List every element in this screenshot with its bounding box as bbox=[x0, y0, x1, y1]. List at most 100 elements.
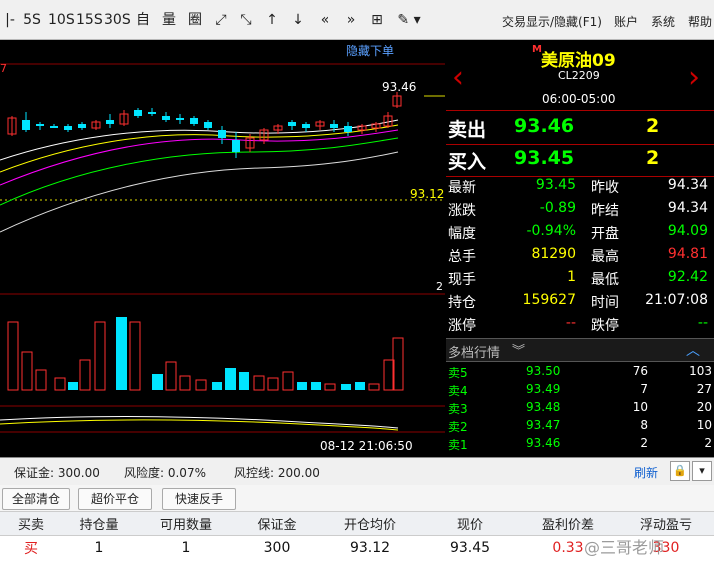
ask-row[interactable]: 卖出 93.46 2 bbox=[446, 110, 714, 145]
watermark: @三哥老师 bbox=[584, 538, 665, 557]
depth-header[interactable]: 多档行情 ︾ ︿ bbox=[446, 338, 714, 362]
toggle-trade-display[interactable]: 交易显示/隐藏(F1) bbox=[502, 13, 602, 30]
prev-contract-arrow-icon[interactable]: ‹ bbox=[452, 60, 464, 95]
volume-bar bbox=[368, 383, 380, 391]
quote-value: 94.34 bbox=[667, 200, 708, 216]
quote-row-position: 持仓 159627 时间 21:07:08 bbox=[446, 290, 714, 313]
col-header[interactable]: 持仓量 bbox=[62, 512, 136, 535]
volume-bar bbox=[68, 382, 78, 390]
depth-price: 93.47 bbox=[526, 418, 561, 432]
depth-row[interactable]: 卖3 93.48 10 20 bbox=[446, 399, 714, 417]
open-price-cell: 93.12 bbox=[349, 540, 391, 556]
arrow-down-icon[interactable]: ↓ bbox=[289, 8, 307, 32]
depth-price: 93.49 bbox=[526, 382, 561, 396]
quote-value: 92.42 bbox=[667, 269, 708, 285]
volume-bar bbox=[152, 374, 163, 390]
overprice-close-button[interactable]: 超价平仓 bbox=[78, 488, 152, 510]
candle-body bbox=[330, 124, 338, 128]
depth-label: 卖2 bbox=[448, 420, 468, 434]
buy-qty: 2 bbox=[646, 147, 660, 169]
margin-text: 保证金: 300.00 bbox=[14, 466, 100, 480]
depth-row[interactable]: 卖2 93.47 8 10 bbox=[446, 417, 714, 435]
candle-body bbox=[134, 110, 142, 116]
volume-bar bbox=[282, 371, 294, 391]
menu-account[interactable]: 账户 bbox=[614, 13, 638, 30]
col-header[interactable]: 开仓均价 bbox=[318, 512, 422, 535]
price-axis-fragment: 7 bbox=[0, 62, 7, 75]
col-header[interactable]: 浮动盈亏 bbox=[618, 512, 714, 535]
contract-name: 美原油09 bbox=[541, 51, 616, 71]
depth-row[interactable]: 卖4 93.49 7 27 bbox=[446, 381, 714, 399]
avg-price-label: 93.12 bbox=[410, 187, 445, 201]
volume-bar bbox=[341, 384, 351, 390]
refresh-link[interactable]: 刷新 bbox=[634, 464, 658, 481]
candle-body bbox=[148, 112, 156, 114]
volume-bar bbox=[355, 382, 365, 390]
chevron-up-icon[interactable]: ︿ bbox=[686, 340, 700, 360]
col-header[interactable]: 可用数量 bbox=[136, 512, 236, 535]
volume-bar bbox=[54, 377, 66, 391]
draw-pen-icon[interactable]: ✎ ▾ bbox=[394, 8, 424, 32]
dropdown-icon[interactable]: ▾ bbox=[692, 461, 712, 481]
candle-body bbox=[288, 122, 296, 126]
candle-body bbox=[50, 126, 58, 128]
next-contract-arrow-icon[interactable]: › bbox=[688, 60, 700, 95]
arrow-up-icon[interactable]: ↑ bbox=[263, 8, 281, 32]
quote-row-latest: 最新 93.45 昨收 94.34 bbox=[446, 175, 714, 198]
bid-row[interactable]: 买入 93.45 2 bbox=[446, 143, 714, 177]
period-10s-button[interactable]: 10S bbox=[48, 8, 75, 32]
candle-body bbox=[232, 140, 240, 152]
col-header[interactable]: 保证金 bbox=[236, 512, 318, 535]
candle-body bbox=[36, 124, 44, 126]
chart-timestamp: 08-12 21:06:50 bbox=[320, 439, 413, 453]
menu-help[interactable]: 帮助 bbox=[688, 13, 712, 30]
quote-row-current: 现手 1 最低 92.42 bbox=[446, 267, 714, 290]
grid-icon[interactable]: ⊞ bbox=[368, 8, 386, 32]
depth-price: 93.46 bbox=[526, 436, 561, 450]
quote-label: 最高 bbox=[591, 249, 619, 265]
lock-icon[interactable]: 🔒 bbox=[670, 461, 690, 481]
quote-value: 1 bbox=[567, 269, 576, 285]
kline-chart[interactable]: 隐藏下单 7 93.46 93.12 2 08-12 21:06:50 bbox=[0, 40, 445, 457]
quote-label: 跌停 bbox=[591, 318, 619, 334]
self-select-button[interactable]: 自 bbox=[134, 8, 152, 32]
candle-body bbox=[344, 126, 352, 132]
close-all-button[interactable]: 全部清仓 bbox=[2, 488, 70, 510]
col-header[interactable]: 现价 bbox=[422, 512, 518, 535]
quote-value: 159627 bbox=[522, 292, 576, 308]
ma-line-5 bbox=[0, 151, 399, 233]
cursor-icon[interactable]: |- bbox=[4, 8, 16, 32]
depth-qty: 10 bbox=[632, 400, 648, 414]
col-header[interactable]: 买卖 bbox=[0, 512, 62, 535]
volume-bar bbox=[7, 321, 19, 391]
current-price-cell: 93.45 bbox=[449, 540, 491, 556]
expand-icon[interactable]: ⤢ bbox=[212, 8, 230, 32]
menu-system[interactable]: 系统 bbox=[651, 13, 675, 30]
hide-order-link[interactable]: 隐藏下单 bbox=[346, 42, 394, 59]
double-left-icon[interactable]: « bbox=[316, 8, 334, 32]
candlestick-group bbox=[7, 92, 402, 158]
depth-qty: 7 bbox=[640, 382, 648, 396]
shrink-icon[interactable]: ⤡ bbox=[237, 8, 255, 32]
volume-bar bbox=[165, 361, 177, 391]
candle-body bbox=[302, 124, 310, 128]
depth-row[interactable]: 卖1 93.46 2 2 bbox=[446, 435, 714, 453]
volume-button[interactable]: 量 bbox=[160, 8, 178, 32]
period-5s-button[interactable]: 5S bbox=[20, 8, 44, 32]
quick-reverse-button[interactable]: 快速反手 bbox=[162, 488, 236, 510]
quote-row-percent: 幅度 -0.94% 开盘 94.09 bbox=[446, 221, 714, 244]
table-row[interactable]: 买 1 1 300 93.12 93.45 0.33 330 @三哥老师 bbox=[0, 536, 714, 577]
period-30s-button[interactable]: 30S bbox=[104, 8, 131, 32]
depth-row[interactable]: 卖5 93.50 76 103 bbox=[446, 363, 714, 381]
volume-bar bbox=[179, 375, 191, 391]
col-header[interactable]: 盈利价差 bbox=[518, 512, 618, 535]
quote-label: 总手 bbox=[448, 249, 476, 265]
positions-table-header: 买卖 持仓量 可用数量 保证金 开仓均价 现价 盈利价差 浮动盈亏 bbox=[0, 511, 714, 536]
indicator-icon[interactable]: 圈 bbox=[186, 8, 204, 32]
period-15s-button[interactable]: 15S bbox=[76, 8, 103, 32]
double-right-icon[interactable]: » bbox=[342, 8, 360, 32]
quote-value: 94.34 bbox=[667, 177, 708, 193]
chevron-down-icon[interactable]: ︾ bbox=[512, 340, 525, 359]
depth-price: 93.50 bbox=[526, 364, 561, 378]
qty-cell: 1 bbox=[94, 540, 104, 556]
